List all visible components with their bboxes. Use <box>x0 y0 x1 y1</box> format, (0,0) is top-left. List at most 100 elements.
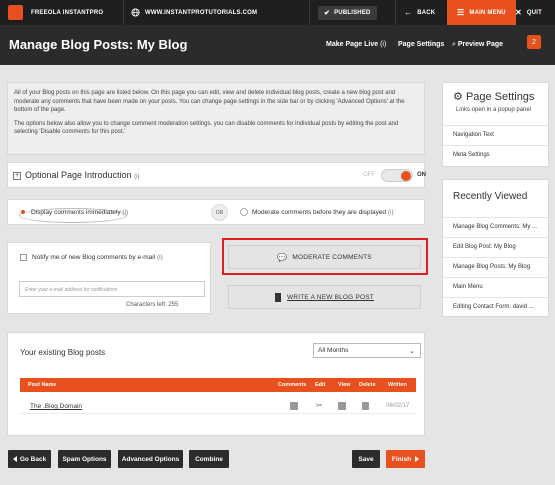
info-icon[interactable]: (i) <box>380 41 386 48</box>
notify-checkbox[interactable] <box>20 254 27 261</box>
make-live-label: Make Page Live <box>326 41 379 48</box>
recent-item-main-menu[interactable]: Main Menu <box>443 277 548 296</box>
post-name-link[interactable]: The .Blog Domain <box>30 403 82 410</box>
page-settings-link[interactable]: Page Settings <box>398 41 444 48</box>
close-icon: ✕ <box>515 8 522 17</box>
info-icon[interactable]: (i) <box>122 209 128 216</box>
notify-label: Notify me of new Blog comments by e-mail… <box>32 254 163 261</box>
or-divider: OR <box>211 204 228 221</box>
main-menu-button[interactable]: ☰ MAIN MENU <box>447 0 516 25</box>
characters-left: Characters left: 255 <box>126 302 179 308</box>
info-icon[interactable]: (i) <box>157 254 163 261</box>
quit-label: QUIT <box>526 9 543 16</box>
existing-posts-title: Your existing Blog posts <box>20 348 106 357</box>
info-icon[interactable]: (i) <box>388 209 394 216</box>
arrow-left-icon <box>12 456 17 462</box>
tools-icon[interactable]: ✂ <box>316 401 323 410</box>
main-menu-label: MAIN MENU <box>469 9 506 16</box>
spam-options-button[interactable]: Spam Options <box>58 450 111 468</box>
write-new-post-button[interactable]: WRITE A NEW BLOG POST <box>228 285 421 309</box>
moderate-first-text: Moderate comments before they are displa… <box>252 209 387 216</box>
optional-intro-label: Optional Page Introduction (i) <box>25 170 139 180</box>
page-settings-title: Page Settings <box>465 91 535 103</box>
display-immediately-text: Display comments immediately <box>31 209 121 216</box>
table-row: The .Blog Domain ✂ 06/02/17 <box>20 398 416 414</box>
intro-text-panel: All of your Blog posts on this page are … <box>7 82 425 155</box>
site-url: WWW.INSTANTPROTUTORIALS.COM <box>145 9 258 16</box>
intro-paragraph-2: The options below also allow you to chan… <box>14 120 399 136</box>
optional-intro-toggle[interactable] <box>381 169 413 182</box>
info-icon[interactable]: (i) <box>134 174 139 180</box>
menu-icon: ☰ <box>457 8 465 17</box>
col-post-name: Post Name <box>28 382 57 388</box>
posts-table-header: Post Name Comments Edit View Delete Writ… <box>20 378 416 392</box>
col-delete: Delete <box>359 382 376 388</box>
back-label: BACK <box>417 9 436 16</box>
trash-icon[interactable] <box>362 402 369 410</box>
arrow-left-icon: ← <box>404 8 413 17</box>
moderate-comments-label: MODERATE COMMENTS <box>292 253 372 261</box>
display-immediately-label: Display comments immediately (i) <box>31 209 128 216</box>
finish-button[interactable]: Finish <box>386 450 425 468</box>
recent-item-edit-post[interactable]: Edit Blog Post: My Blog <box>443 237 548 256</box>
toggle-knob <box>401 171 411 181</box>
page-settings-heading: ⚙ Page Settings <box>453 90 534 103</box>
optional-intro-text: Optional Page Introduction <box>25 170 132 180</box>
quit-button[interactable]: ✕ QUIT <box>515 0 542 25</box>
go-back-button[interactable]: Go Back <box>8 450 51 468</box>
month-filter-value: All Months <box>318 347 349 354</box>
freeola-logo-icon <box>8 5 23 20</box>
col-written: Written <box>388 382 407 388</box>
arrow-right-icon <box>415 456 420 462</box>
col-view: View <box>338 382 351 388</box>
recent-item-contact-form[interactable]: Editing Contact Form: david ... <box>443 297 548 316</box>
sidebar-item-navigation-text[interactable]: Navigation Text <box>443 125 548 144</box>
published-status[interactable]: ✔ PUBLISHED <box>318 0 377 25</box>
moderate-first-label: Moderate comments before they are displa… <box>252 209 394 216</box>
recent-item-manage-comments[interactable]: Manage Blog Comments: My ... <box>443 217 548 236</box>
page-settings-panel: ⚙ Page Settings Links open in a popup pa… <box>442 82 549 167</box>
preview-label: Preview Page <box>457 41 504 48</box>
advanced-options-button[interactable]: Advanced Options <box>118 450 183 468</box>
page-settings-subtitle: Links open in a popup panel <box>456 107 532 113</box>
page-header: Manage Blog Posts: My Blog Make Page Liv… <box>0 25 555 65</box>
off-label: OFF <box>363 172 375 178</box>
notify-text: Notify me of new Blog comments by e-mail <box>32 254 156 261</box>
save-button[interactable]: Save <box>352 450 380 468</box>
radio-moderate-first[interactable] <box>240 208 248 216</box>
col-comments: Comments <box>278 382 307 388</box>
comments-icon[interactable] <box>290 402 298 410</box>
recently-viewed-panel: Recently Viewed Manage Blog Comments: My… <box>442 179 549 317</box>
optional-intro-panel: + Optional Page Introduction (i) OFF ON <box>7 162 426 188</box>
top-bar: FREEOLA INSTANTPRO WWW.INSTANTPROTUTORIA… <box>0 0 555 25</box>
chevron-down-icon: ⌄ <box>409 348 415 355</box>
email-field[interactable]: Enter your e-mail address for notificati… <box>19 281 205 297</box>
preview-page-link[interactable]: ⌕ Preview Page <box>452 41 503 49</box>
expand-icon[interactable]: + <box>13 172 21 180</box>
make-page-live-link[interactable]: Make Page Live (i) <box>326 41 386 48</box>
gear-icon: ⚙ <box>453 91 463 103</box>
page-title: Manage Blog Posts: My Blog <box>9 37 188 52</box>
write-new-post-label: WRITE A NEW BLOG POST <box>287 293 374 301</box>
intro-paragraph-1: All of your Blog posts on this page are … <box>14 90 405 113</box>
back-button[interactable]: ← BACK <box>404 0 435 25</box>
month-filter-select[interactable]: All Months ⌄ <box>313 343 421 358</box>
go-back-label: Go Back <box>19 455 47 463</box>
comments-icon: 💬 <box>277 252 288 262</box>
moderate-comments-button[interactable]: 💬 MODERATE COMMENTS <box>228 245 421 269</box>
brand-name: FREEOLA INSTANTPRO <box>31 9 104 16</box>
notify-panel: Notify me of new Blog comments by e-mail… <box>7 242 211 314</box>
search-icon: ⌕ <box>452 41 456 48</box>
finish-label: Finish <box>391 455 412 463</box>
recent-item-manage-posts[interactable]: Manage Blog Posts: My Blog <box>443 257 548 276</box>
site-link[interactable]: WWW.INSTANTPROTUTORIALS.COM <box>131 0 257 25</box>
sidebar-item-meta-settings[interactable]: Meta Settings <box>443 145 548 164</box>
notification-badge[interactable]: 2 <box>527 35 541 49</box>
published-label: PUBLISHED <box>334 9 371 16</box>
comment-mode-panel: Display comments immediately (i) OR Mode… <box>7 199 425 225</box>
check-icon: ✔ <box>324 9 331 17</box>
view-icon[interactable] <box>338 402 346 410</box>
globe-icon <box>131 8 140 17</box>
combine-button[interactable]: Combine <box>189 450 229 468</box>
written-date: 06/02/17 <box>386 403 410 409</box>
